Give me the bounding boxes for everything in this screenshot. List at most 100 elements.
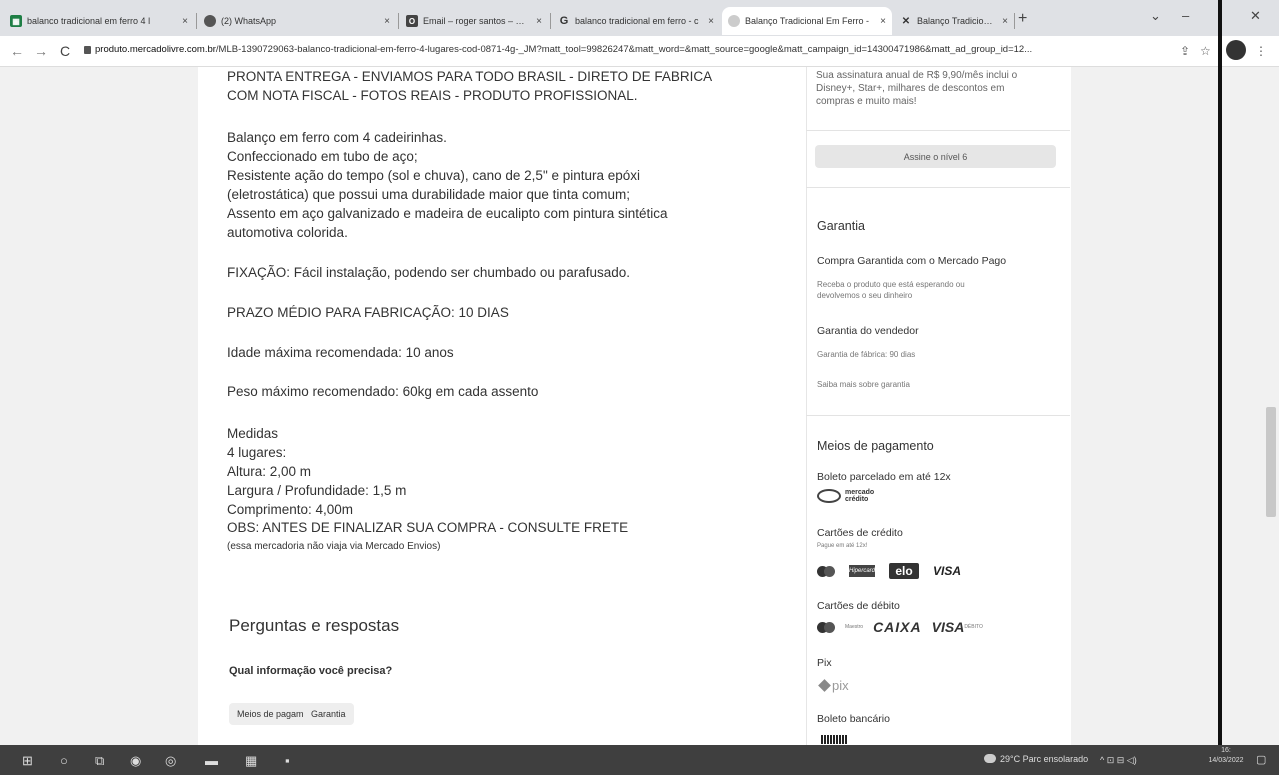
reload-icon[interactable]: C xyxy=(60,43,70,59)
close-icon[interactable]: × xyxy=(182,16,188,27)
lugares-text: 4 lugares: xyxy=(227,445,287,460)
sidebar xyxy=(806,67,1071,745)
caixa-logo: CAIXA xyxy=(873,619,922,635)
subscription-line: Disney+, Star+, milhares de descontos em xyxy=(816,83,1005,94)
pix-title: Pix xyxy=(817,657,832,669)
mercado-credito-word: crédito xyxy=(845,496,869,503)
profile-avatar[interactable] xyxy=(1226,40,1246,60)
close-icon[interactable]: × xyxy=(536,16,542,27)
tab-whatsapp[interactable]: (2) WhatsApp × xyxy=(198,7,396,35)
description-line: automotiva colorida. xyxy=(227,225,348,240)
task-view-icon[interactable]: ⧉ xyxy=(95,753,104,769)
compra-garantida-text: Receba o produto que está esperando ou d… xyxy=(817,279,965,301)
clock-time: 16: xyxy=(1221,747,1231,754)
taskbar-clock[interactable]: 16: 14/03/2022 xyxy=(1206,746,1246,766)
compra-garantida-title: Compra Garantida com o Mercado Pago xyxy=(817,255,1007,267)
tab-mercadolivre-active[interactable]: Balanço Tradicional Em Ferro - × xyxy=(722,7,892,35)
subscription-line: compras e muito mais! xyxy=(816,96,917,107)
clock-date: 14/03/2022 xyxy=(1208,757,1244,764)
tab-separator xyxy=(550,13,551,29)
tab-google-search[interactable]: G balanco tradicional em ferro - c × xyxy=(552,7,720,35)
subscribe-button[interactable]: Assine o nível 6 xyxy=(815,145,1056,168)
maestro-icon xyxy=(817,621,835,633)
subscription-text: Sua assinatura anual de R$ 9,90/mês incl… xyxy=(816,69,1017,108)
browser-tab-strip: ▦ balanco tradicional em ferro 4 l × (2)… xyxy=(0,0,1279,36)
url-domain: produto.mercadolivre.com.br xyxy=(95,44,216,55)
bookmark-star-icon[interactable]: ☆ xyxy=(1200,44,1211,58)
tab-icon: ✕ xyxy=(901,15,911,27)
tab-separator xyxy=(398,13,399,29)
calculator-icon[interactable]: ▦ xyxy=(245,753,257,769)
lock-icon xyxy=(84,46,91,54)
close-window-icon[interactable]: ✕ xyxy=(1250,8,1261,24)
windows-start-icon[interactable]: ⊞ xyxy=(22,753,33,769)
divider xyxy=(806,130,1070,131)
altura-text: Altura: 2,00 m xyxy=(227,464,312,479)
boleto-title: Boleto bancário xyxy=(817,713,890,725)
visa-debit-logo: VISA xyxy=(931,619,965,635)
pix-logo-text: pix xyxy=(832,678,849,693)
barcode-icon xyxy=(821,735,847,744)
description-line: (eletrostática) que possui uma durabilid… xyxy=(227,187,630,202)
address-bar[interactable]: produto.mercadolivre.com.br/MLB-13907290… xyxy=(95,44,1185,55)
close-icon[interactable]: × xyxy=(1002,16,1008,27)
close-icon[interactable]: × xyxy=(880,16,886,27)
elo-logo: elo xyxy=(889,563,919,579)
spreadsheet-icon: ▦ xyxy=(10,15,22,27)
tab-balanco-2[interactable]: ✕ Balanço Tradicional Em Ferro - × xyxy=(894,7,1014,35)
tab-balanco-sheet[interactable]: ▦ balanco tradicional em ferro 4 l × xyxy=(4,7,194,35)
credit-cards-subtitle: Pague em até 12x! xyxy=(817,543,868,549)
description-line: COM NOTA FISCAL - FOTOS REAIS - PRODUTO … xyxy=(227,88,638,103)
warranty-title: Garantia xyxy=(817,219,865,233)
description-line: Assento em aço galvanizado e madeira de … xyxy=(227,206,668,221)
debit-cards-title: Cartões de débito xyxy=(817,600,900,612)
compra-garantida-line: devolvemos o seu dinheiro xyxy=(817,291,913,300)
scrollbar-thumb[interactable] xyxy=(1266,407,1276,517)
comprimento-text: Comprimento: 4,00m xyxy=(227,502,354,517)
prazo-text: PRAZO MÉDIO PARA FABRICAÇÃO: 10 DIAS xyxy=(227,305,509,320)
description-line: PRONTA ENTREGA - ENVIAMOS PARA TODO BRAS… xyxy=(227,69,713,84)
largura-text: Largura / Profundidade: 1,5 m xyxy=(227,483,407,498)
tab-title: Balanço Tradicional Em Ferro - xyxy=(745,16,870,26)
peso-text: Peso máximo recomendado: 60kg em cada as… xyxy=(227,384,539,399)
forward-icon[interactable]: → xyxy=(34,43,48,59)
hipercard-logo: Hipercard xyxy=(849,565,875,577)
close-icon[interactable]: × xyxy=(384,16,390,27)
minimize-icon[interactable]: – xyxy=(1182,8,1189,23)
idade-text: Idade máxima recomendada: 10 anos xyxy=(227,345,454,360)
description-line: Balanço em ferro com 4 cadeirinhas. xyxy=(227,130,447,145)
share-icon[interactable]: ⇪ xyxy=(1180,44,1190,58)
tab-outlook[interactable]: O Email – roger santos – Outlook × xyxy=(400,7,548,35)
word-icon[interactable]: ▪ xyxy=(285,753,290,768)
mastercard-icon xyxy=(817,565,835,577)
tab-title: Balanço Tradicional Em Ferro - xyxy=(917,16,997,26)
payment-title: Meios de pagamento xyxy=(817,439,934,453)
file-explorer-icon[interactable]: ▬ xyxy=(205,753,218,768)
divider xyxy=(806,187,1070,188)
search-icon[interactable]: ○ xyxy=(60,753,68,768)
tray-icons[interactable]: ^ ⊡ ⊟ ◁) xyxy=(1100,755,1137,766)
compra-garantida-line: Receba o produto que está esperando ou xyxy=(817,280,965,289)
mercadolivre-icon xyxy=(728,15,740,27)
divider xyxy=(806,415,1070,416)
notification-icon[interactable]: ▢ xyxy=(1256,753,1266,766)
tab-search-icon[interactable]: ⌄ xyxy=(1150,8,1161,24)
mercado-credito-logo: mercado crédito xyxy=(817,489,874,503)
credit-card-logos: Hipercard elo VISA xyxy=(817,563,961,579)
chip-garantia[interactable]: Garantia xyxy=(303,703,354,725)
menu-kebab-icon[interactable]: ⋮ xyxy=(1255,44,1267,58)
obs-text: OBS: ANTES DE FINALIZAR SUA COMPRA - CON… xyxy=(227,520,629,535)
page-scrollbar[interactable] xyxy=(1264,67,1279,745)
warranty-more-link[interactable]: Saiba mais sobre garantia xyxy=(817,379,910,390)
weather-text[interactable]: 29°C Parc ensolarado xyxy=(1000,754,1088,764)
chrome-icon[interactable]: ◎ xyxy=(165,753,176,769)
close-icon[interactable]: × xyxy=(708,16,714,27)
description-line: Resistente ação do tempo (sol e chuva), … xyxy=(227,168,641,183)
back-icon[interactable]: ← xyxy=(10,43,24,59)
new-tab-button[interactable]: + xyxy=(1018,10,1027,28)
outlook-icon: O xyxy=(406,15,418,27)
edge-icon[interactable]: ◉ xyxy=(130,753,141,769)
whatsapp-icon xyxy=(204,15,216,27)
visa-logo: VISA xyxy=(933,564,962,578)
qa-title: Perguntas e respostas xyxy=(229,616,400,635)
